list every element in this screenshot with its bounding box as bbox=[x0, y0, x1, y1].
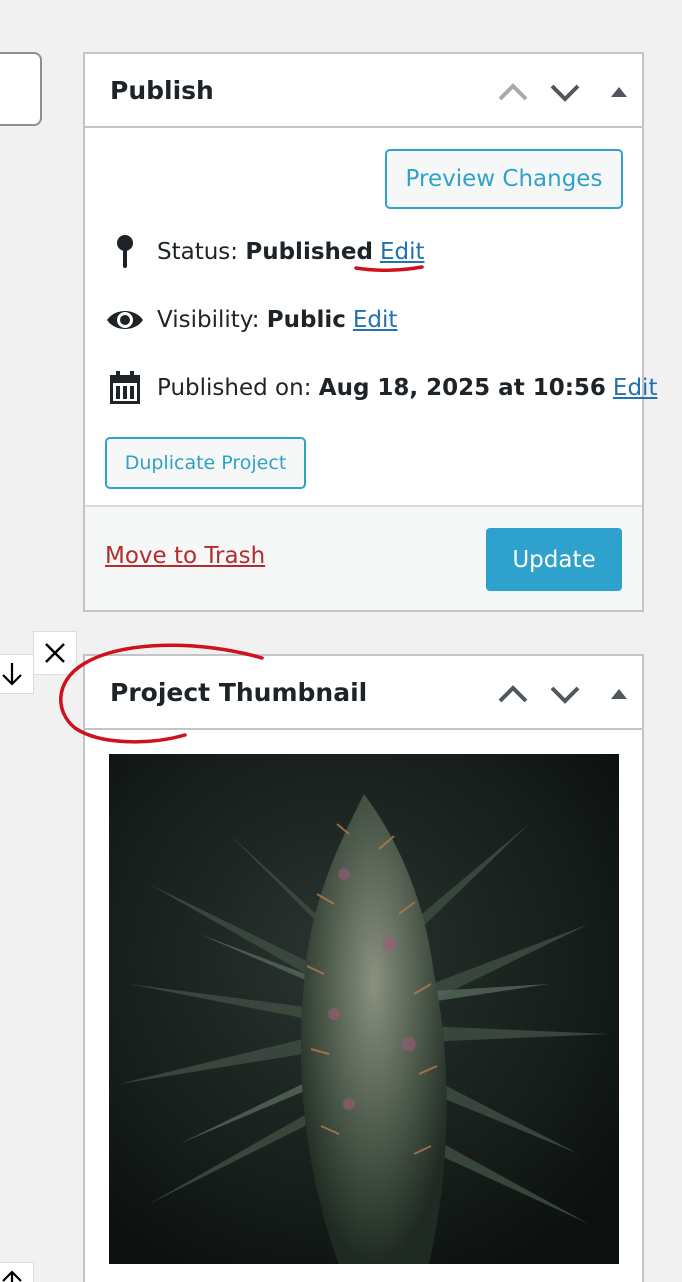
triangle-up-icon bbox=[611, 87, 627, 97]
triangle-up-icon bbox=[611, 689, 627, 699]
status-text: Status: Published Edit bbox=[157, 239, 425, 265]
chevron-up-icon bbox=[498, 685, 528, 703]
toggle-panel-button[interactable] bbox=[601, 74, 637, 110]
thumbnail-image[interactable] bbox=[109, 754, 619, 1264]
edit-status-link[interactable]: Edit bbox=[380, 239, 425, 265]
remove-button[interactable] bbox=[33, 631, 77, 675]
update-button[interactable]: Update bbox=[486, 528, 622, 591]
status-label: Status: bbox=[157, 239, 239, 265]
published-on-label: Published on: bbox=[157, 375, 312, 401]
pin-icon bbox=[105, 232, 145, 272]
visibility-label: Visibility: bbox=[157, 307, 260, 333]
edit-date-link[interactable]: Edit bbox=[613, 375, 658, 401]
visibility-row: Visibility: Public Edit bbox=[105, 300, 635, 340]
calendar-icon bbox=[105, 368, 145, 408]
move-to-trash-link[interactable]: Move to Trash bbox=[105, 543, 265, 569]
preview-changes-button[interactable]: Preview Changes bbox=[385, 149, 623, 209]
chevron-down-icon bbox=[550, 686, 580, 704]
thumbnail-box-header: Project Thumbnail bbox=[85, 656, 642, 730]
move-up-button[interactable] bbox=[495, 74, 531, 110]
duplicate-project-button[interactable]: Duplicate Project bbox=[105, 437, 306, 489]
published-on-value: Aug 18, 2025 at 10:56 bbox=[318, 375, 606, 401]
arrow-up-icon bbox=[2, 1270, 22, 1282]
project-thumbnail-box: Project Thumbnail bbox=[83, 654, 644, 1282]
arrow-down-icon bbox=[2, 663, 22, 686]
move-down-button[interactable] bbox=[547, 74, 583, 110]
edit-visibility-link[interactable]: Edit bbox=[353, 307, 398, 333]
visibility-text: Visibility: Public Edit bbox=[157, 307, 397, 333]
published-on-row: Published on: Aug 18, 2025 at 10:56 Edit bbox=[105, 368, 657, 408]
move-down-arrow-button[interactable] bbox=[0, 654, 34, 694]
chevron-up-icon bbox=[498, 83, 528, 101]
publish-box-header: Publish bbox=[85, 54, 642, 128]
publish-box: Publish Preview Changes Status: Publishe… bbox=[83, 52, 657, 612]
move-up-button[interactable] bbox=[495, 676, 531, 712]
eye-icon bbox=[105, 300, 145, 340]
status-value: Published bbox=[245, 239, 373, 265]
toggle-panel-button[interactable] bbox=[601, 676, 637, 712]
published-on-text: Published on: Aug 18, 2025 at 10:56 Edit bbox=[157, 375, 657, 401]
visibility-value: Public bbox=[266, 307, 346, 333]
move-up-arrow-button[interactable] bbox=[0, 1262, 34, 1282]
close-icon bbox=[45, 643, 65, 663]
thumbnail-box-title: Project Thumbnail bbox=[110, 678, 368, 707]
publish-box-title: Publish bbox=[110, 76, 214, 105]
major-publishing-actions: Move to Trash Update bbox=[85, 505, 642, 610]
editor-sidebar: Publish Preview Changes Status: Publishe… bbox=[0, 0, 682, 1282]
chevron-down-icon bbox=[550, 84, 580, 102]
title-input-edge[interactable] bbox=[0, 52, 42, 126]
move-down-button[interactable] bbox=[547, 676, 583, 712]
status-row: Status: Published Edit bbox=[105, 232, 635, 272]
